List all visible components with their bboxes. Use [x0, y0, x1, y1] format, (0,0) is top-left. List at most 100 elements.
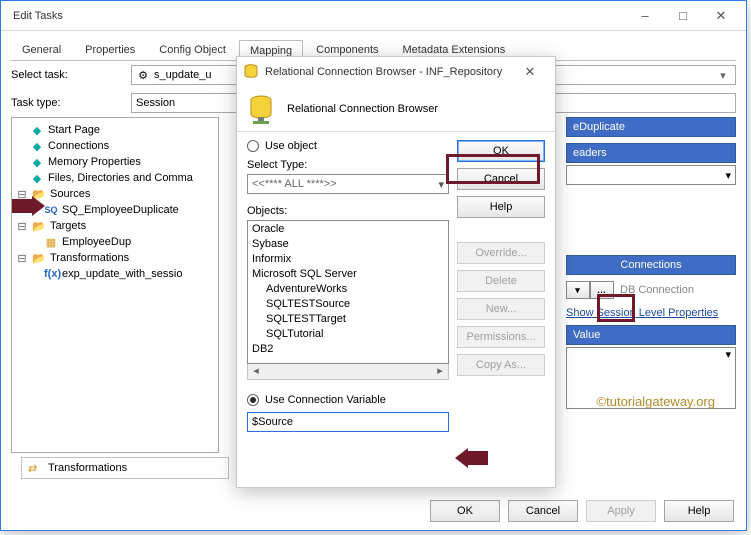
show-session-level-link[interactable]: Show Session Level Properties	[566, 307, 718, 319]
minus-icon[interactable]: ⊟	[16, 252, 28, 265]
tree-sq-employee-duplicate[interactable]: SQSQ_EmployeeDuplicate	[16, 202, 214, 218]
list-item[interactable]: Sybase	[248, 238, 448, 253]
listbox-h-scrollbar[interactable]: ◂▸	[247, 364, 449, 380]
ok-button[interactable]: OK	[430, 500, 500, 522]
dialog-titlebar: Relational Connection Browser - INF_Repo…	[237, 57, 555, 87]
cancel-button[interactable]: Cancel	[508, 500, 578, 522]
tree-connections[interactable]: ◆Connections	[16, 138, 214, 154]
diamond-icon: ◆	[30, 156, 44, 169]
list-item[interactable]: DB2	[248, 343, 448, 358]
chevron-down-icon: ▾	[725, 169, 731, 182]
task-type-value: Session	[136, 97, 175, 109]
dialog-help-button[interactable]: Help	[457, 196, 545, 218]
use-object-label: Use object	[265, 140, 317, 152]
radio-selected-icon	[247, 394, 259, 406]
db-connection-label: DB Connection	[620, 284, 694, 296]
select-task-value: s_update_u	[154, 69, 212, 81]
navigator-tree[interactable]: ◆Start Page ◆Connections ◆Memory Propert…	[11, 117, 219, 453]
tree-sources[interactable]: ⊟📂Sources	[16, 186, 214, 202]
chevron-down-icon: ▾	[715, 69, 731, 82]
sq-icon: SQ	[44, 205, 58, 215]
lower-tab-transformations[interactable]: ⇄ Transformations	[21, 457, 229, 479]
tree-start-page[interactable]: ◆Start Page	[16, 122, 214, 138]
select-type-value: <<**** ALL ****>>	[252, 178, 337, 190]
new-button: New...	[457, 298, 545, 320]
list-item[interactable]: SQLTESTTarget	[248, 313, 448, 328]
dialog-ok-button[interactable]: OK	[457, 140, 545, 162]
minimize-button[interactable]: –	[626, 2, 664, 30]
watermark-text: ©tutorialgateway.org	[597, 394, 715, 409]
tab-general[interactable]: General	[11, 39, 72, 60]
gear-icon: ⚙	[136, 69, 150, 82]
connection-down-button[interactable]: ▾	[566, 281, 590, 299]
section-header: eDuplicate	[566, 117, 736, 137]
objects-label: Objects:	[247, 202, 449, 220]
list-item[interactable]: Microsoft SQL Server	[248, 268, 448, 283]
minus-icon[interactable]: ⊟	[16, 220, 28, 233]
connection-variable-value: $Source	[252, 416, 293, 428]
override-button: Override...	[457, 242, 545, 264]
use-object-radio[interactable]: Use object	[247, 140, 449, 152]
help-button[interactable]: Help	[664, 500, 734, 522]
readers-dropdown[interactable]: ▾	[566, 165, 736, 185]
tree-transformations[interactable]: ⊟📂Transformations	[16, 250, 214, 266]
edit-tasks-titlebar: Edit Tasks – □ ✕	[1, 1, 746, 31]
connection-variable-input[interactable]: $Source	[247, 412, 449, 432]
dialog-cancel-button[interactable]: Cancel	[457, 168, 545, 190]
tree-memory-properties[interactable]: ◆Memory Properties	[16, 154, 214, 170]
dialog-title: Relational Connection Browser - INF_Repo…	[259, 66, 511, 78]
database-icon	[245, 93, 277, 125]
tab-config-object[interactable]: Config Object	[148, 39, 237, 60]
use-connection-variable-label: Use Connection Variable	[265, 394, 386, 406]
permissions-button: Permissions...	[457, 326, 545, 348]
scroll-left-icon[interactable]: ◂	[248, 364, 264, 379]
tree-employee-dup[interactable]: ▦EmployeeDup	[16, 234, 214, 250]
folder-open-icon: 📂	[32, 220, 46, 233]
dialog-header: Relational Connection Browser	[237, 87, 555, 131]
folder-open-icon: 📂	[32, 188, 46, 201]
table-icon: ▦	[44, 236, 58, 249]
value-header: Value	[566, 325, 736, 345]
apply-button: Apply	[586, 500, 656, 522]
connection-toolbar: ▾ …	[566, 281, 614, 299]
list-item[interactable]: AdventureWorks	[248, 283, 448, 298]
select-type-dropdown[interactable]: <<**** ALL ****>> ▾	[247, 174, 449, 194]
scroll-right-icon[interactable]: ▸	[432, 364, 448, 379]
dialog-header-text: Relational Connection Browser	[287, 103, 438, 115]
chevron-down-icon: ▾	[438, 178, 444, 191]
select-task-label: Select task:	[11, 69, 121, 81]
diamond-icon: ◆	[30, 172, 44, 185]
diamond-icon: ◆	[30, 140, 44, 153]
use-connection-variable-radio[interactable]: Use Connection Variable	[247, 394, 449, 406]
database-icon	[243, 64, 259, 80]
dialog-footer: OK Cancel Apply Help	[430, 500, 734, 522]
list-item[interactable]: SQLTutorial	[248, 328, 448, 343]
tab-properties[interactable]: Properties	[74, 39, 146, 60]
list-item[interactable]: Oracle	[248, 223, 448, 238]
copy-as-button: Copy As...	[457, 354, 545, 376]
subsection-header: eaders	[566, 143, 736, 163]
fx-icon: f(x)	[44, 268, 58, 280]
relational-connection-browser-dialog: Relational Connection Browser - INF_Repo…	[236, 56, 556, 488]
objects-listbox[interactable]: Oracle Sybase Informix Microsoft SQL Ser…	[247, 220, 449, 364]
tree-exp-update[interactable]: f(x)exp_update_with_sessio	[16, 266, 214, 282]
minus-icon[interactable]: ⊟	[16, 188, 28, 201]
list-item[interactable]: SQLTESTSource	[248, 298, 448, 313]
lower-tab-label: Transformations	[48, 462, 127, 474]
window-title: Edit Tasks	[7, 10, 626, 22]
task-type-label: Task type:	[11, 97, 121, 109]
list-item[interactable]: Informix	[248, 253, 448, 268]
select-type-label: Select Type:	[247, 156, 449, 174]
maximize-button[interactable]: □	[664, 2, 702, 30]
transformations-icon: ⇄	[28, 462, 42, 475]
tree-targets[interactable]: ⊟📂Targets	[16, 218, 214, 234]
folder-open-icon: 📂	[32, 252, 46, 265]
chevron-down-icon: ▾	[725, 348, 731, 361]
dialog-close-button[interactable]: ✕	[511, 58, 549, 86]
connections-header: Connections	[566, 255, 736, 275]
tree-files-dirs[interactable]: ◆Files, Directories and Comma	[16, 170, 214, 186]
delete-button: Delete	[457, 270, 545, 292]
close-button[interactable]: ✕	[702, 2, 740, 30]
diamond-icon: ◆	[30, 124, 44, 137]
connection-browse-button[interactable]: …	[590, 281, 614, 299]
